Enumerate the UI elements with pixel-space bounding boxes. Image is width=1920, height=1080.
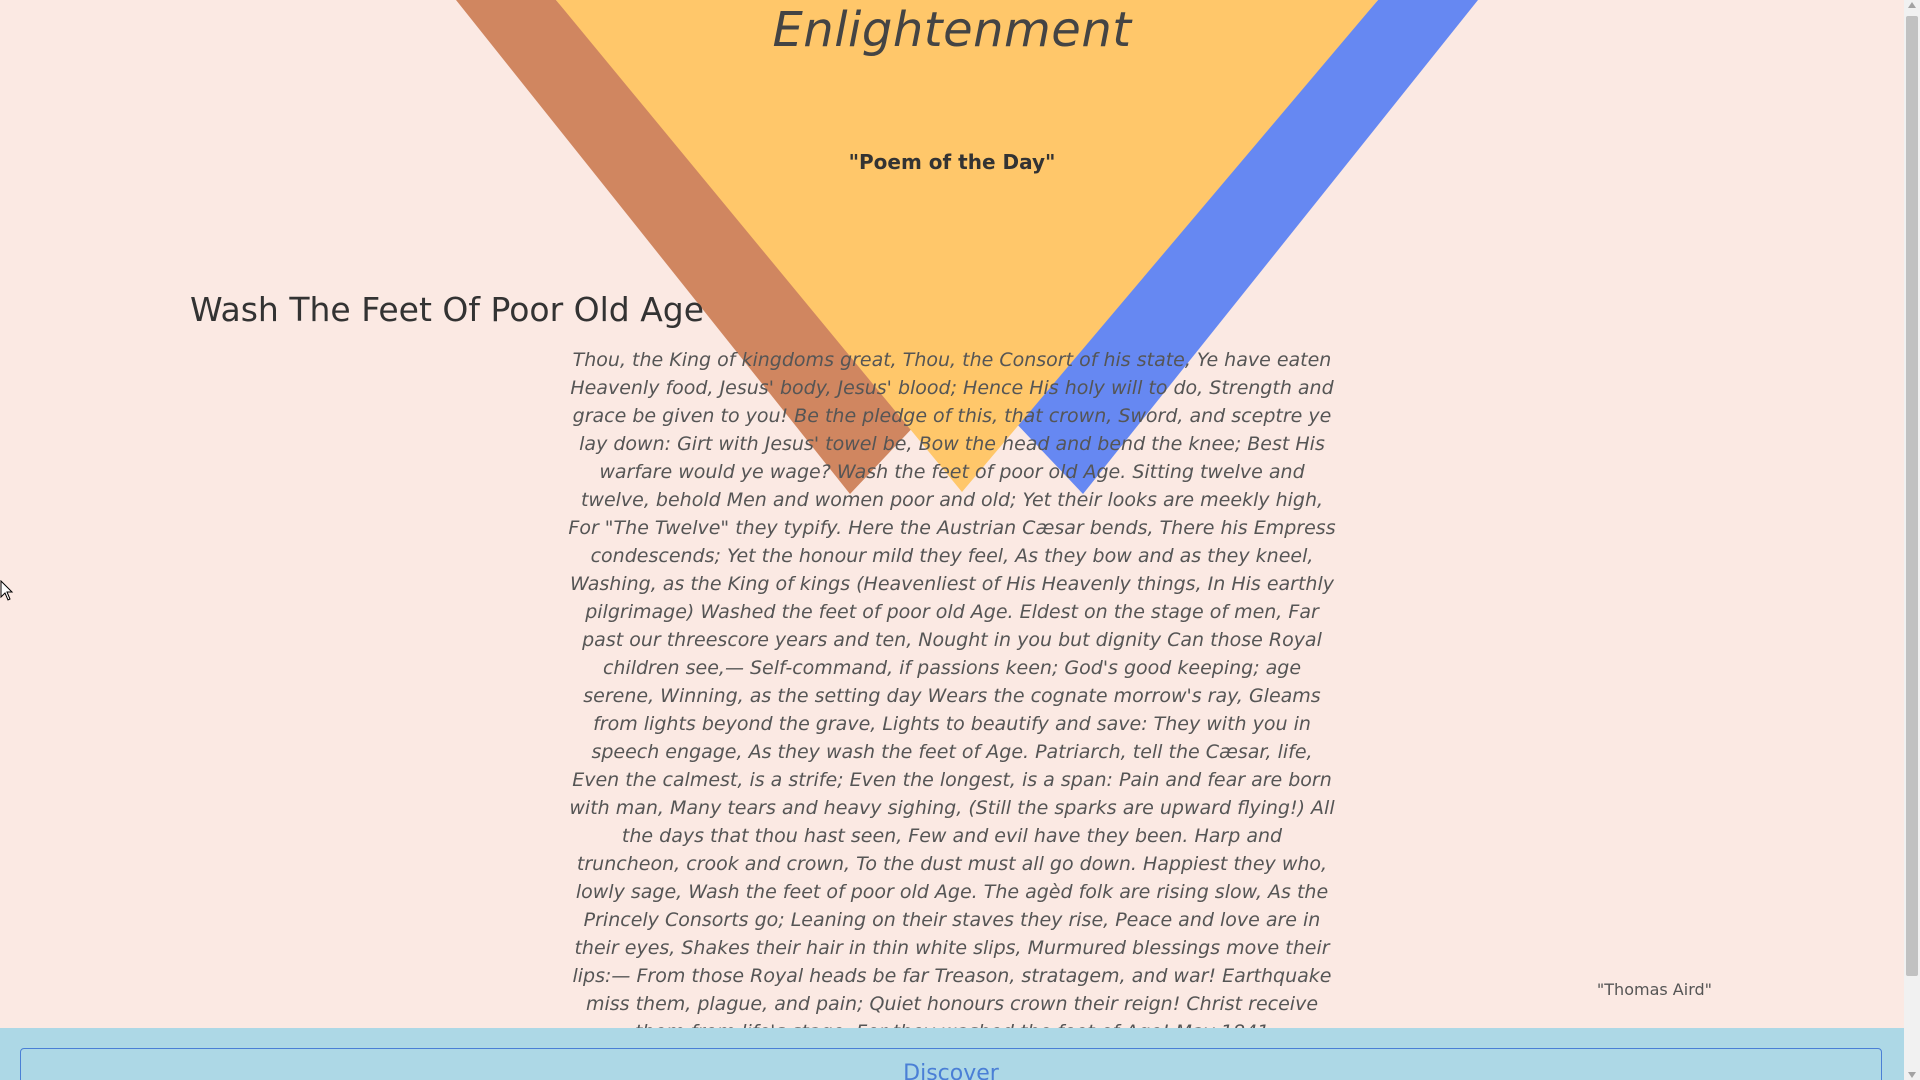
scroll-down-arrow-icon[interactable] <box>1908 1072 1916 1078</box>
vertical-scrollbar[interactable] <box>1904 0 1920 1080</box>
footer: Discover <box>0 1028 1904 1080</box>
scrollbar-thumb[interactable] <box>1906 16 1918 976</box>
poem-body: Thou, the King of kingdoms great, Thou, … <box>568 349 1336 1043</box>
page: Enlightenment "Poem of the Day" Wash The… <box>0 0 1920 1080</box>
scroll-up-arrow-icon[interactable] <box>1908 2 1916 8</box>
poem-title: Wash The Feet Of Poor Old Age <box>190 290 705 329</box>
main-content: Enlightenment "Poem of the Day" Wash The… <box>0 0 1904 1080</box>
poem-author: "Thomas Aird" <box>1596 980 1712 999</box>
mouse-cursor-icon <box>0 580 14 601</box>
site-title: Enlightenment <box>772 2 1132 58</box>
discover-button[interactable]: Discover <box>20 1048 1882 1080</box>
page-subtitle: "Poem of the Day" <box>848 150 1056 174</box>
